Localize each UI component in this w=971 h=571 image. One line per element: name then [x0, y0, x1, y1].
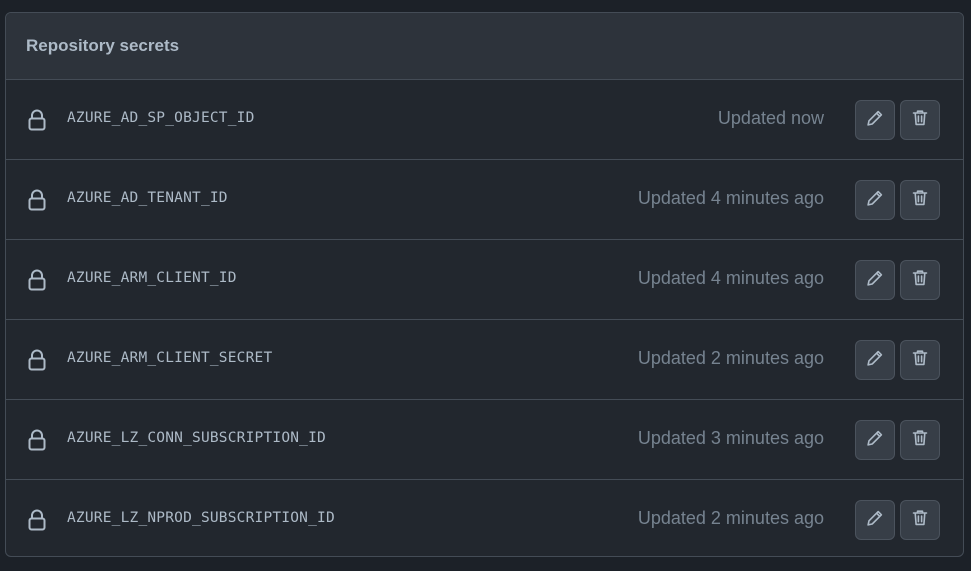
secret-row: AZURE_ARM_CLIENT_ID Updated 4 minutes ag… [6, 240, 963, 320]
secret-name: AZURE_AD_SP_OBJECT_ID [67, 110, 255, 126]
pencil-icon [866, 429, 884, 451]
secret-row: AZURE_ARM_CLIENT_SECRET Updated 2 minute… [6, 320, 963, 400]
edit-secret-button[interactable] [855, 340, 895, 380]
secret-row: AZURE_AD_TENANT_ID Updated 4 minutes ago [6, 160, 963, 240]
lock-icon [27, 109, 47, 131]
pencil-icon [866, 349, 884, 371]
secret-name: AZURE_ARM_CLIENT_ID [67, 270, 237, 286]
secret-updated-time: Updated 4 minutes ago [637, 188, 824, 208]
trash-icon [911, 269, 929, 291]
trash-icon [911, 109, 929, 131]
lock-icon [27, 429, 47, 451]
delete-secret-button[interactable] [900, 340, 940, 380]
trash-icon [911, 349, 929, 371]
secret-updated-time: Updated 3 minutes ago [637, 428, 824, 448]
edit-secret-button[interactable] [855, 180, 895, 220]
secret-row: AZURE_AD_SP_OBJECT_ID Updated now [6, 80, 963, 160]
secret-name: AZURE_LZ_NPROD_SUBSCRIPTION_ID [67, 510, 335, 526]
delete-secret-button[interactable] [900, 420, 940, 460]
lock-icon [27, 349, 47, 371]
panel-title: Repository secrets [26, 36, 180, 55]
pencil-icon [866, 269, 884, 291]
secret-updated-time: Updated 2 minutes ago [637, 348, 824, 368]
delete-secret-button[interactable] [900, 260, 940, 300]
trash-icon [911, 189, 929, 211]
secret-name: AZURE_LZ_CONN_SUBSCRIPTION_ID [67, 430, 326, 446]
trash-icon [911, 429, 929, 451]
delete-secret-button[interactable] [900, 180, 940, 220]
pencil-icon [866, 509, 884, 531]
lock-icon [27, 189, 47, 211]
panel-header: Repository secrets [6, 13, 963, 80]
secrets-list: AZURE_AD_SP_OBJECT_ID Updated now AZURE_… [6, 80, 963, 556]
lock-icon [27, 509, 47, 531]
secret-updated-time: Updated 2 minutes ago [637, 508, 824, 528]
lock-icon [27, 269, 47, 291]
edit-secret-button[interactable] [855, 500, 895, 540]
delete-secret-button[interactable] [900, 500, 940, 540]
pencil-icon [866, 189, 884, 211]
secret-row: AZURE_LZ_CONN_SUBSCRIPTION_ID Updated 3 … [6, 400, 963, 480]
secret-name: AZURE_AD_TENANT_ID [67, 190, 228, 206]
edit-secret-button[interactable] [855, 260, 895, 300]
pencil-icon [866, 109, 884, 131]
secret-updated-time: Updated now [717, 108, 824, 128]
trash-icon [911, 509, 929, 531]
delete-secret-button[interactable] [900, 100, 940, 140]
repository-secrets-panel: Repository secrets AZURE_AD_SP_OBJECT_ID… [5, 12, 964, 557]
secret-name: AZURE_ARM_CLIENT_SECRET [67, 350, 273, 366]
secret-updated-time: Updated 4 minutes ago [637, 268, 824, 288]
edit-secret-button[interactable] [855, 100, 895, 140]
secret-row: AZURE_LZ_NPROD_SUBSCRIPTION_ID Updated 2… [6, 480, 963, 556]
edit-secret-button[interactable] [855, 420, 895, 460]
